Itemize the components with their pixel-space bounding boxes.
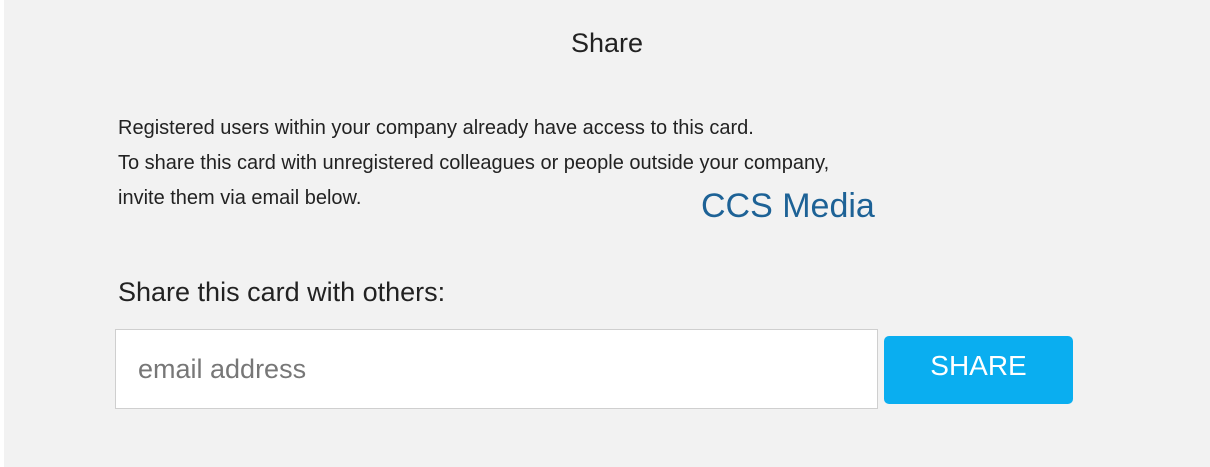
- email-input[interactable]: [115, 329, 878, 409]
- description-line: Registered users within your company alr…: [118, 117, 754, 139]
- share-form-label: Share this card with others:: [118, 277, 446, 307]
- dialog-title: Share: [570, 28, 644, 58]
- description-line: To share this card with unregistered col…: [118, 152, 830, 174]
- share-button[interactable]: SHARE: [884, 336, 1073, 404]
- share-dialog: Share Registered users within your compa…: [4, 0, 1210, 467]
- brand-watermark: CCS Media: [701, 187, 875, 225]
